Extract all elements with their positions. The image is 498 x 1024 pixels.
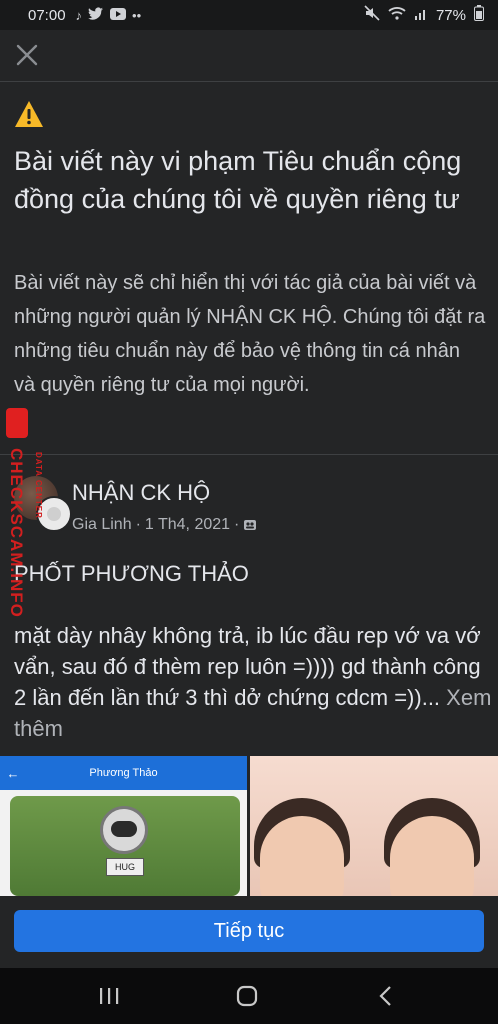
meta-separator: ·: [135, 516, 141, 533]
more-dots-icon: ••: [132, 7, 142, 23]
watermark: CHECKSCAM.INFO DATA CENTER: [6, 408, 43, 638]
photo-app-bar: ← Phương Thảo: [0, 756, 247, 790]
watermark-text: CHECKSCAM.INFO: [7, 448, 26, 618]
face-right: [390, 816, 474, 896]
home-icon[interactable]: [232, 982, 262, 1010]
post-meta: Gia Linh · 1 Th4, 2021 ·: [72, 516, 257, 534]
group-audience-icon: [244, 520, 257, 530]
youtube-icon: [110, 7, 127, 23]
tiktok-icon: ♪: [75, 7, 83, 23]
profile-photo: HUG: [10, 796, 240, 896]
status-bar: 07:00 ♪ •• 77%: [0, 0, 498, 30]
face-left: [260, 816, 344, 896]
post-body: PHỐT PHƯƠNG THẢO mặt dày nhây không trả,…: [14, 561, 481, 710]
back-arrow-icon: ←: [6, 765, 20, 781]
photo-app-title: Phương Thảo: [89, 767, 158, 779]
mute-icon: [364, 5, 380, 25]
continue-button[interactable]: Tiếp tục: [14, 910, 484, 952]
post-photo-left[interactable]: ← Phương Thảo HUG: [0, 756, 247, 896]
notification-icons: ♪ ••: [75, 6, 142, 24]
group-name[interactable]: NHẬN CK HỘ: [72, 480, 210, 506]
warning-icon: [15, 101, 43, 127]
post-date[interactable]: 1 Th4, 2021: [145, 516, 230, 534]
watermark-subtext: DATA CENTER: [34, 452, 43, 519]
twitter-icon: [88, 6, 104, 24]
battery-level: 77%: [435, 6, 466, 24]
status-right: 77%: [364, 5, 484, 25]
post-text: PHỐT PHƯƠNG THẢO mặt dày nhây không trả,…: [14, 558, 492, 744]
watermark-logo: [6, 408, 28, 438]
post-author[interactable]: Gia Linh: [72, 516, 132, 534]
dialog-description: Bài viết này sẽ chỉ hiển thị với tác giả…: [14, 272, 486, 396]
system-nav-bar: [0, 968, 498, 1024]
status-time: 07:00: [28, 6, 66, 24]
dialog-title: Bài viết này vi phạm Tiêu chuẩn cộng đồn…: [14, 146, 462, 214]
hug-sign: HUG: [106, 858, 144, 876]
battery-icon: [474, 5, 484, 25]
wifi-icon: [388, 6, 406, 24]
post-photo-right[interactable]: [250, 756, 498, 896]
back-icon[interactable]: [372, 982, 402, 1010]
recent-apps-icon[interactable]: [94, 982, 124, 1010]
divider: [0, 454, 498, 455]
signal-icon: [414, 6, 428, 24]
dialog-header: [0, 30, 498, 82]
close-icon[interactable]: [14, 42, 40, 68]
meta-separator: ·: [234, 516, 240, 533]
astronaut-figure: [100, 806, 148, 854]
